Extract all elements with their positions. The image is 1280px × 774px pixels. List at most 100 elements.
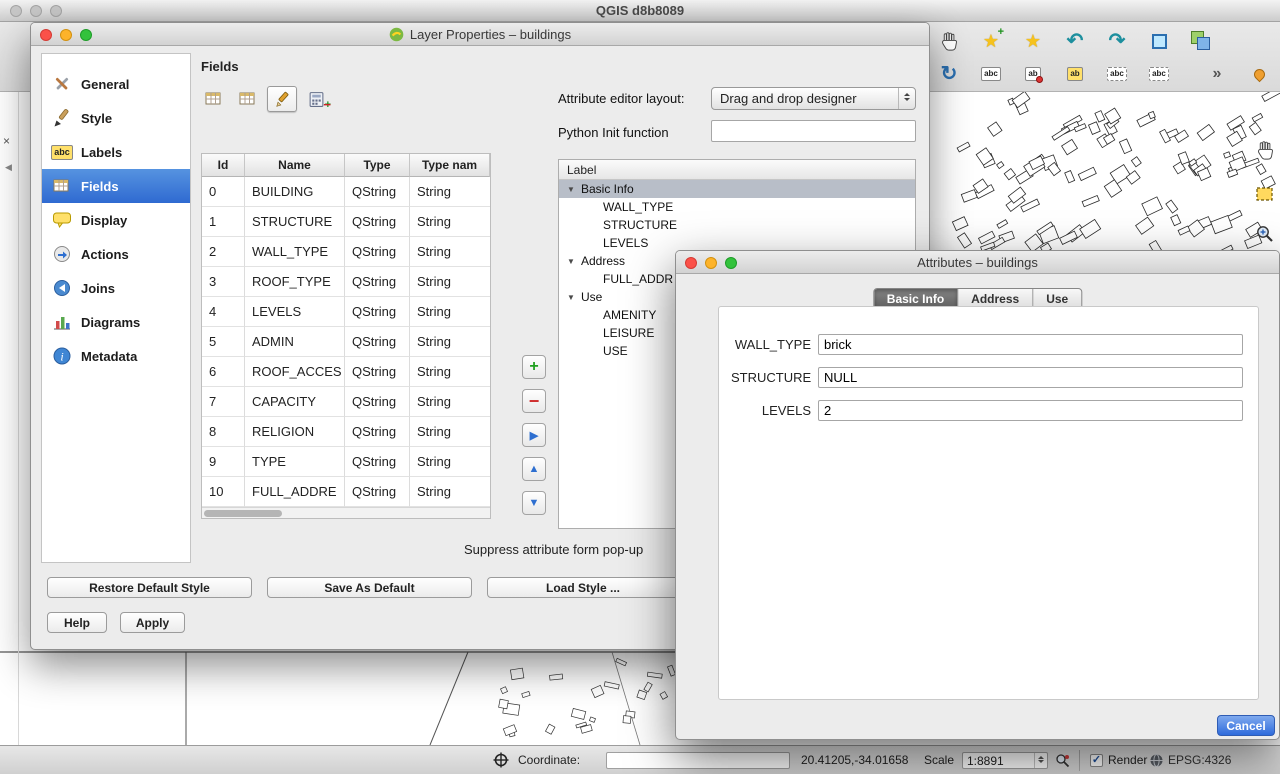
attributes-titlebar[interactable]: Attributes – buildings [676, 251, 1279, 274]
load-style-button[interactable]: Load Style ... [487, 577, 679, 598]
designer-move-down-button[interactable]: ▼ [522, 491, 546, 515]
window-controls[interactable] [40, 29, 92, 41]
new-bookmark-icon[interactable]: ★+ [978, 27, 1004, 55]
table-row[interactable]: 7CAPACITYQStringString [202, 387, 490, 417]
window-controls[interactable] [685, 257, 737, 269]
table-row[interactable]: 0BUILDINGQStringString [202, 177, 490, 207]
main-zoom-button[interactable] [50, 5, 62, 17]
scrollbar-thumb[interactable] [204, 510, 282, 517]
zoom-in-icon[interactable] [1252, 220, 1278, 248]
toggle-editing-button[interactable] [267, 86, 297, 112]
render-checkbox[interactable]: ✓ [1090, 754, 1103, 767]
refresh-icon[interactable]: ↻ [936, 60, 962, 88]
sidebar-item-label: Actions [81, 247, 129, 262]
attributes-dialog: Attributes – buildings Basic InfoAddress… [675, 250, 1280, 740]
apply-button[interactable]: Apply [120, 612, 185, 633]
save-as-default-button[interactable]: Save As Default [267, 577, 472, 598]
label-ab-plus-icon[interactable]: ab [1062, 60, 1088, 88]
table-row[interactable]: 9TYPEQStringString [202, 447, 490, 477]
sidebar-item-diagrams[interactable]: Diagrams [42, 305, 190, 339]
tree-item-basic-info[interactable]: ▼Basic Info [559, 180, 915, 198]
pan-map-icon[interactable] [1252, 136, 1278, 164]
panel-collapse-icon[interactable]: ◀ [5, 162, 12, 173]
table-cell: String [410, 177, 490, 207]
sidebar-item-actions[interactable]: Actions [42, 237, 190, 271]
scale-combobox[interactable]: 1:8891 [962, 752, 1048, 769]
cancel-button[interactable]: Cancel [1217, 715, 1275, 736]
map-themes-icon[interactable] [1188, 27, 1214, 55]
color-droplet-icon[interactable] [1246, 60, 1272, 88]
table-row[interactable]: 4LEVELSQStringString [202, 297, 490, 327]
column-header-type-nam[interactable]: Type nam [410, 154, 490, 177]
disclosure-triangle-icon[interactable]: ▼ [567, 293, 580, 302]
attribute-editor-layout-select[interactable]: Drag and drop designer [711, 87, 916, 110]
sidebar-item-general[interactable]: General [42, 67, 190, 101]
tree-item-wall-type[interactable]: WALL_TYPE [559, 198, 915, 216]
python-init-input[interactable] [711, 120, 916, 142]
close-button[interactable] [685, 257, 697, 269]
map-tips-icon[interactable] [1146, 27, 1172, 55]
qgis-logo-icon [389, 27, 404, 42]
designer-add-button[interactable]: + [522, 355, 546, 379]
table-row[interactable]: 2WALL_TYPEQStringString [202, 237, 490, 267]
table-row[interactable]: 6ROOF_ACCESQStringString [202, 357, 490, 387]
table-row[interactable]: 10FULL_ADDREQStringString [202, 477, 490, 507]
show-bookmarks-icon[interactable]: ★ [1020, 27, 1046, 55]
minimize-button[interactable] [705, 257, 717, 269]
crs-status-icon[interactable] [1149, 753, 1164, 773]
scale-spinner-icon[interactable] [1034, 753, 1047, 768]
restore-default-style-button[interactable]: Restore Default Style [47, 577, 252, 598]
sidebar-item-metadata[interactable]: iMetadata [42, 339, 190, 373]
scale-edit-icon[interactable] [1055, 753, 1070, 773]
table-cell: 2 [202, 237, 245, 267]
sidebar-item-style[interactable]: Style [42, 101, 190, 135]
designer-move-up-button[interactable]: ▲ [522, 457, 546, 481]
designer-remove-button[interactable]: − [522, 389, 546, 413]
zoom-selection-icon[interactable] [1252, 180, 1278, 208]
label-abc-dashed2-icon[interactable]: abc [1146, 60, 1172, 88]
sidebar-item-joins[interactable]: Joins [42, 271, 190, 305]
table-cell: String [410, 387, 490, 417]
levels-input[interactable] [818, 400, 1243, 421]
tree-item-label: USE [603, 344, 628, 358]
label-abc-icon[interactable]: abc [978, 60, 1004, 88]
help-button[interactable]: Help [47, 612, 107, 633]
touch-icon[interactable] [936, 27, 962, 55]
table-row[interactable]: 8RELIGIONQStringString [202, 417, 490, 447]
column-header-name[interactable]: Name [245, 154, 345, 177]
main-minimize-button[interactable] [30, 5, 42, 17]
designer-apply-button[interactable]: ▶ [522, 423, 546, 447]
undo-icon[interactable]: ↶ [1062, 27, 1088, 55]
delete-column-button[interactable]: − [233, 86, 263, 112]
tree-item-structure[interactable]: STRUCTURE [559, 216, 915, 234]
disclosure-triangle-icon[interactable]: ▼ [567, 185, 580, 194]
zoom-button[interactable] [80, 29, 92, 41]
wall-type-input[interactable] [818, 334, 1243, 355]
sidebar-item-fields[interactable]: Fields [42, 169, 190, 203]
coordinate-input[interactable] [606, 752, 790, 769]
disclosure-triangle-icon[interactable]: ▼ [567, 257, 580, 266]
horizontal-scrollbar[interactable] [202, 507, 490, 518]
label-ab-red-icon[interactable]: ab [1020, 60, 1046, 88]
close-button[interactable] [40, 29, 52, 41]
main-window-controls[interactable] [10, 5, 62, 17]
overflow-chevron[interactable]: » [1204, 60, 1230, 88]
table-row[interactable]: 5ADMINQStringString [202, 327, 490, 357]
label-abc-dashed-icon[interactable]: abc [1104, 60, 1130, 88]
coordinate-capture-icon[interactable] [493, 752, 509, 773]
structure-input[interactable] [818, 367, 1243, 388]
column-header-id[interactable]: Id [202, 154, 245, 177]
fields-table[interactable]: IdNameTypeType nam0BUILDINGQStringString… [201, 153, 491, 519]
layer-properties-titlebar[interactable]: Layer Properties – buildings [31, 23, 929, 46]
sidebar-item-labels[interactable]: abcLabels [42, 135, 190, 169]
redo-icon[interactable]: ↷ [1104, 27, 1130, 55]
column-header-type[interactable]: Type [345, 154, 410, 177]
zoom-button[interactable] [725, 257, 737, 269]
table-row[interactable]: 3ROOF_TYPEQStringString [202, 267, 490, 297]
minimize-button[interactable] [60, 29, 72, 41]
panel-close-icon[interactable]: × [3, 134, 10, 148]
table-row[interactable]: 1STRUCTUREQStringString [202, 207, 490, 237]
sidebar-item-display[interactable]: Display [42, 203, 190, 237]
new-column-button[interactable]: + [199, 86, 229, 112]
main-close-button[interactable] [10, 5, 22, 17]
